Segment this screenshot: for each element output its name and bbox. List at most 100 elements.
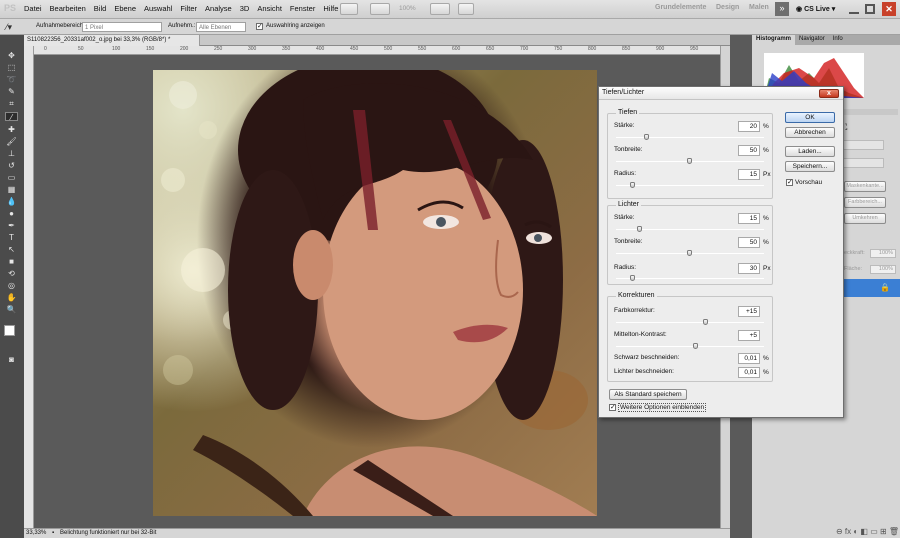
- fill-field[interactable]: 100%: [870, 265, 896, 274]
- eraser-tool-icon[interactable]: ▭: [5, 173, 18, 182]
- blur-tool-icon[interactable]: 💧: [5, 197, 18, 206]
- cancel-button[interactable]: Abbrechen: [785, 127, 835, 138]
- save-as-default-button[interactable]: Als Standard speichern: [609, 389, 687, 400]
- feather-field[interactable]: [842, 158, 884, 168]
- shadows-radius-input[interactable]: 15: [738, 169, 760, 180]
- brush-tool-icon[interactable]: 🖌: [5, 137, 18, 146]
- shadows-tonal-width-input[interactable]: 50: [738, 145, 760, 156]
- clone-stamp-tool-icon[interactable]: ⊥: [5, 149, 18, 158]
- quick-mask-icon[interactable]: ◙: [5, 355, 18, 364]
- move-tool-icon[interactable]: ✥: [5, 51, 18, 60]
- midtone-contrast-input[interactable]: +5: [738, 330, 760, 341]
- highlights-tonal-width-slider[interactable]: [616, 250, 764, 256]
- slider-thumb[interactable]: [687, 158, 692, 164]
- menu-datei[interactable]: Datei: [24, 4, 42, 13]
- show-more-options-label[interactable]: Weitere Optionen einblenden: [618, 403, 707, 412]
- highlights-radius-slider[interactable]: [616, 275, 764, 281]
- close-window-icon[interactable]: ✕: [882, 2, 896, 16]
- eyedropper-tool-icon[interactable]: ⁄: [5, 112, 18, 122]
- white-clip-input[interactable]: 0,01: [738, 367, 760, 378]
- gradient-tool-icon[interactable]: ▦: [5, 185, 18, 194]
- tab-navigator[interactable]: Navigator: [795, 35, 829, 45]
- crop-tool-icon[interactable]: ⌗: [5, 99, 18, 108]
- highlights-amount-input[interactable]: 15: [738, 213, 760, 224]
- shadows-radius-slider[interactable]: [616, 182, 764, 188]
- pen-tool-icon[interactable]: ✒: [5, 221, 18, 230]
- workspace-malen[interactable]: Malen: [749, 4, 769, 11]
- document-image[interactable]: [153, 70, 597, 516]
- invert-button[interactable]: Umkehren: [844, 213, 886, 224]
- menu-auswahl[interactable]: Auswahl: [144, 4, 172, 13]
- screen-mode-button[interactable]: [458, 3, 474, 15]
- dodge-tool-icon[interactable]: ●: [5, 209, 18, 218]
- save-button[interactable]: Speichern...: [785, 161, 835, 172]
- zoom-field[interactable]: 33,33%: [26, 530, 46, 536]
- midtone-contrast-slider[interactable]: [616, 343, 764, 349]
- ok-button[interactable]: OK: [785, 112, 835, 123]
- status-text[interactable]: Belichtung funktioniert nur bei 32-Bit: [60, 530, 156, 536]
- slider-thumb[interactable]: [703, 319, 708, 325]
- color-correction-slider[interactable]: [616, 319, 764, 325]
- black-clip-input[interactable]: 0,01: [738, 353, 760, 364]
- 3d-rotate-tool-icon[interactable]: ⟲: [5, 269, 18, 278]
- document-tab[interactable]: S110822356_20331af002_o.jpg bei 33,3% (R…: [24, 35, 200, 46]
- 3d-orbit-tool-icon[interactable]: ◎: [5, 281, 18, 290]
- arrange-documents-button[interactable]: [430, 3, 450, 15]
- menu-ebene[interactable]: Ebene: [114, 4, 136, 13]
- menu-3d[interactable]: 3D: [240, 4, 250, 13]
- lasso-tool-icon[interactable]: ➰: [5, 75, 18, 84]
- menu-filter[interactable]: Filter: [180, 4, 197, 13]
- menu-hilfe[interactable]: Hilfe: [323, 4, 338, 13]
- maximize-icon[interactable]: [865, 4, 875, 14]
- menu-bild[interactable]: Bild: [94, 4, 107, 13]
- density-field[interactable]: [842, 140, 884, 150]
- cs-live-button[interactable]: ◉ CS Live ▾: [796, 5, 835, 13]
- foreground-color-swatch[interactable]: [4, 325, 15, 336]
- more-workspaces-icon[interactable]: »: [775, 2, 789, 16]
- bridge-button[interactable]: [340, 3, 358, 15]
- opacity-field[interactable]: 100%: [870, 249, 896, 258]
- dialog-close-button[interactable]: x: [819, 89, 839, 98]
- slider-thumb[interactable]: [644, 134, 650, 140]
- shadows-amount-input[interactable]: 20: [738, 121, 760, 132]
- healing-brush-tool-icon[interactable]: ✚: [5, 125, 18, 134]
- hand-tool-icon[interactable]: ✋: [5, 293, 18, 302]
- mask-edge-button[interactable]: Maskenkante...: [844, 181, 886, 192]
- slider-thumb[interactable]: [630, 275, 636, 281]
- slider-thumb[interactable]: [693, 343, 698, 349]
- menu-analyse[interactable]: Analyse: [205, 4, 232, 13]
- color-correction-input[interactable]: +15: [738, 306, 760, 317]
- menu-fenster[interactable]: Fenster: [290, 4, 315, 13]
- slider-thumb[interactable]: [637, 226, 643, 232]
- tab-histogram[interactable]: Histogramm: [752, 35, 796, 45]
- highlights-amount-slider[interactable]: [616, 226, 764, 232]
- marquee-tool-icon[interactable]: ⬚: [5, 63, 18, 72]
- load-button[interactable]: Laden...: [785, 146, 835, 157]
- zoom-tool-icon[interactable]: 🔍: [5, 305, 18, 314]
- history-brush-tool-icon[interactable]: ↺: [5, 161, 18, 170]
- shadows-tonal-width-slider[interactable]: [616, 158, 764, 164]
- layer-row-selected[interactable]: 🔒: [836, 279, 900, 297]
- shadows-amount-slider[interactable]: [616, 134, 764, 140]
- show-ring-checkbox[interactable]: ✓: [256, 23, 263, 30]
- workspace-grundelemente[interactable]: Grundelemente: [655, 4, 706, 11]
- highlights-radius-input[interactable]: 30: [738, 263, 760, 274]
- show-more-options-checkbox[interactable]: ✓: [609, 404, 616, 411]
- view-extras-button[interactable]: [370, 3, 390, 15]
- quick-selection-tool-icon[interactable]: ✎: [5, 87, 18, 96]
- shape-tool-icon[interactable]: ■: [5, 257, 18, 266]
- menu-bearbeiten[interactable]: Bearbeiten: [50, 4, 86, 13]
- preview-checkbox[interactable]: ✓: [786, 179, 793, 186]
- color-range-button[interactable]: Farbbereich...: [844, 197, 886, 208]
- minimize-icon[interactable]: [849, 6, 859, 14]
- layer-panel-footer-icons[interactable]: ⊖ fx ◐ ◧ ▭ ⊞ 🗑: [836, 527, 899, 536]
- slider-thumb[interactable]: [630, 182, 636, 188]
- sample-layers-select[interactable]: Alle Ebenen: [196, 22, 246, 32]
- zoom-level[interactable]: 100%: [399, 5, 416, 12]
- menu-ansicht[interactable]: Ansicht: [257, 4, 282, 13]
- path-selection-tool-icon[interactable]: ↖: [5, 245, 18, 254]
- workspace-design[interactable]: Design: [716, 4, 739, 11]
- type-tool-icon[interactable]: T: [5, 233, 18, 242]
- tab-info[interactable]: Info: [829, 35, 847, 45]
- highlights-tonal-width-input[interactable]: 50: [738, 237, 760, 248]
